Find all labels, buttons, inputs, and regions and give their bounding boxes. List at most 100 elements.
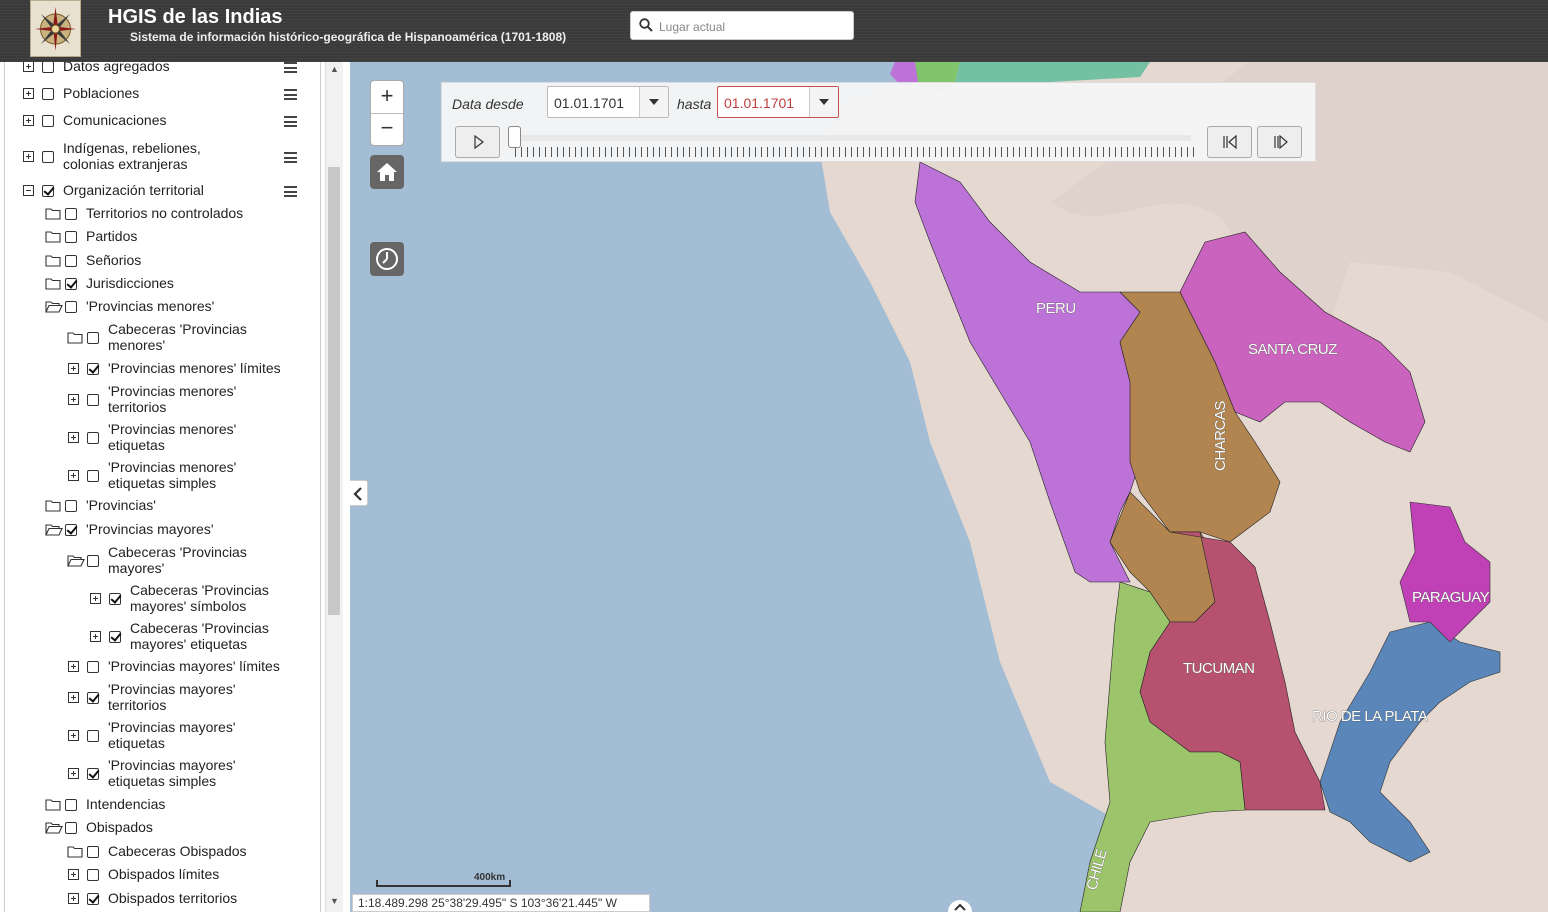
layer-checkbox[interactable]	[65, 500, 77, 512]
scrollbar-thumb[interactable]	[328, 167, 340, 615]
chevron-up-icon[interactable]	[948, 900, 972, 912]
expand-plus-icon[interactable]	[90, 593, 101, 604]
layer-checkbox[interactable]	[87, 893, 99, 905]
layer-checkbox[interactable]	[65, 208, 77, 220]
expand-plus-icon[interactable]	[68, 768, 79, 779]
collapse-minus-icon[interactable]	[23, 185, 34, 196]
step-back-button[interactable]	[1207, 126, 1252, 158]
layer-checkbox[interactable]	[87, 470, 99, 482]
home-button[interactable]	[370, 155, 404, 189]
layer-checkbox[interactable]	[87, 869, 99, 881]
layer-checkbox[interactable]	[87, 768, 99, 780]
layer-checkbox[interactable]	[65, 301, 77, 313]
layer-tree-item[interactable]: Datos agregados	[0, 62, 320, 79]
layer-checkbox[interactable]	[87, 432, 99, 444]
layer-checkbox[interactable]	[42, 62, 54, 73]
layer-checkbox[interactable]	[87, 846, 99, 858]
layer-checkbox[interactable]	[87, 692, 99, 704]
folder-open-icon[interactable]	[45, 821, 63, 834]
scroll-down-arrow-icon[interactable]: ▼	[326, 896, 343, 910]
layer-checkbox[interactable]	[109, 631, 121, 643]
folder-icon[interactable]	[45, 277, 61, 290]
expand-plus-icon[interactable]	[68, 730, 79, 741]
date-to-field[interactable]: 01.01.1701	[717, 86, 839, 118]
expand-plus-icon[interactable]	[23, 88, 34, 99]
time-filter-button[interactable]	[370, 242, 404, 276]
layer-tree-item[interactable]: Obispados territorios	[0, 889, 320, 911]
folder-icon[interactable]	[45, 254, 61, 267]
zoom-in-button[interactable]: +	[371, 81, 403, 114]
layer-tree-item[interactable]: Obispados límites	[0, 865, 320, 887]
hamburger-menu-icon[interactable]	[284, 62, 297, 73]
layer-tree-item[interactable]: 'Provincias menores' límites	[0, 359, 320, 381]
expand-plus-icon[interactable]	[90, 631, 101, 642]
folder-open-icon[interactable]	[45, 300, 63, 313]
layer-tree-item[interactable]: 'Provincias'	[0, 496, 320, 518]
layer-checkbox[interactable]	[87, 555, 99, 567]
layer-tree-item[interactable]: Jurisdicciones	[0, 274, 320, 296]
folder-icon[interactable]	[45, 230, 61, 243]
expand-plus-icon[interactable]	[68, 432, 79, 443]
layer-checkbox[interactable]	[42, 185, 54, 197]
zoom-out-button[interactable]: −	[371, 114, 403, 145]
layer-tree-item[interactable]: 'Provincias mayores'	[0, 520, 320, 542]
expand-plus-icon[interactable]	[68, 470, 79, 481]
play-button[interactable]	[455, 126, 500, 158]
layer-tree-item[interactable]: 'Provincias menores'	[0, 297, 320, 319]
map-canvas[interactable]: PERU SANTA CRUZ CHARCAS TUCUMAN PARAGUAY…	[350, 62, 1548, 912]
layer-tree-item[interactable]: Señorios	[0, 251, 320, 273]
expand-plus-icon[interactable]	[68, 869, 79, 880]
layer-tree-item[interactable]: Poblaciones	[0, 84, 320, 106]
hamburger-menu-icon[interactable]	[284, 89, 297, 100]
layer-tree-item[interactable]: Partidos	[0, 227, 320, 249]
date-from-field[interactable]: 01.01.1701	[547, 86, 669, 118]
layer-tree-item[interactable]: Organización territorial	[0, 181, 320, 203]
time-slider-handle[interactable]	[508, 126, 521, 148]
chevron-down-icon[interactable]	[809, 87, 838, 117]
scroll-up-arrow-icon[interactable]: ▲	[326, 64, 343, 78]
sidebar-scrollbar[interactable]: ▲ ▼	[325, 62, 343, 912]
layer-tree-item[interactable]: 'Provincias mayores' límites	[0, 657, 320, 679]
layer-checkbox[interactable]	[42, 115, 54, 127]
layer-checkbox[interactable]	[87, 730, 99, 742]
expand-plus-icon[interactable]	[68, 394, 79, 405]
hamburger-menu-icon[interactable]	[284, 152, 297, 163]
layer-tree-item[interactable]: Intendencias	[0, 795, 320, 817]
layer-checkbox[interactable]	[42, 88, 54, 100]
expand-plus-icon[interactable]	[23, 115, 34, 126]
search-input[interactable]	[657, 15, 851, 38]
expand-plus-icon[interactable]	[68, 661, 79, 672]
layer-tree-item[interactable]: Comunicaciones	[0, 111, 320, 133]
layer-checkbox[interactable]	[109, 593, 121, 605]
layer-checkbox[interactable]	[42, 151, 54, 163]
chevron-down-icon[interactable]	[639, 87, 668, 117]
folder-icon[interactable]	[45, 499, 61, 512]
folder-icon[interactable]	[67, 331, 83, 344]
folder-icon[interactable]	[45, 207, 61, 220]
layer-checkbox[interactable]	[65, 524, 77, 536]
hamburger-menu-icon[interactable]	[284, 186, 297, 197]
compass-rose-icon[interactable]	[30, 0, 81, 57]
map-view[interactable]: PERU SANTA CRUZ CHARCAS TUCUMAN PARAGUAY…	[350, 62, 1548, 912]
layer-tree-item[interactable]: Territorios no controlados	[0, 204, 320, 226]
expand-plus-icon[interactable]	[68, 363, 79, 374]
layer-checkbox[interactable]	[65, 822, 77, 834]
expand-plus-icon[interactable]	[23, 151, 34, 162]
layer-checkbox[interactable]	[87, 394, 99, 406]
time-slider-track[interactable]	[511, 135, 1191, 141]
layer-checkbox[interactable]	[65, 255, 77, 267]
folder-open-icon[interactable]	[45, 523, 63, 536]
layer-tree-item[interactable]: Obispados	[0, 818, 320, 840]
layer-tree-item[interactable]: Indígenas, rebeliones, colonias extranje…	[0, 140, 320, 183]
expand-plus-icon[interactable]	[68, 692, 79, 703]
folder-icon[interactable]	[67, 845, 83, 858]
hamburger-menu-icon[interactable]	[284, 116, 297, 127]
layer-checkbox[interactable]	[87, 332, 99, 344]
folder-icon[interactable]	[45, 798, 61, 811]
expand-plus-icon[interactable]	[23, 62, 34, 72]
layer-checkbox[interactable]	[65, 231, 77, 243]
folder-open-icon[interactable]	[67, 554, 85, 567]
sidebar-collapse-button[interactable]	[350, 480, 368, 506]
step-forward-button[interactable]	[1257, 126, 1302, 158]
search-box[interactable]	[630, 11, 854, 40]
